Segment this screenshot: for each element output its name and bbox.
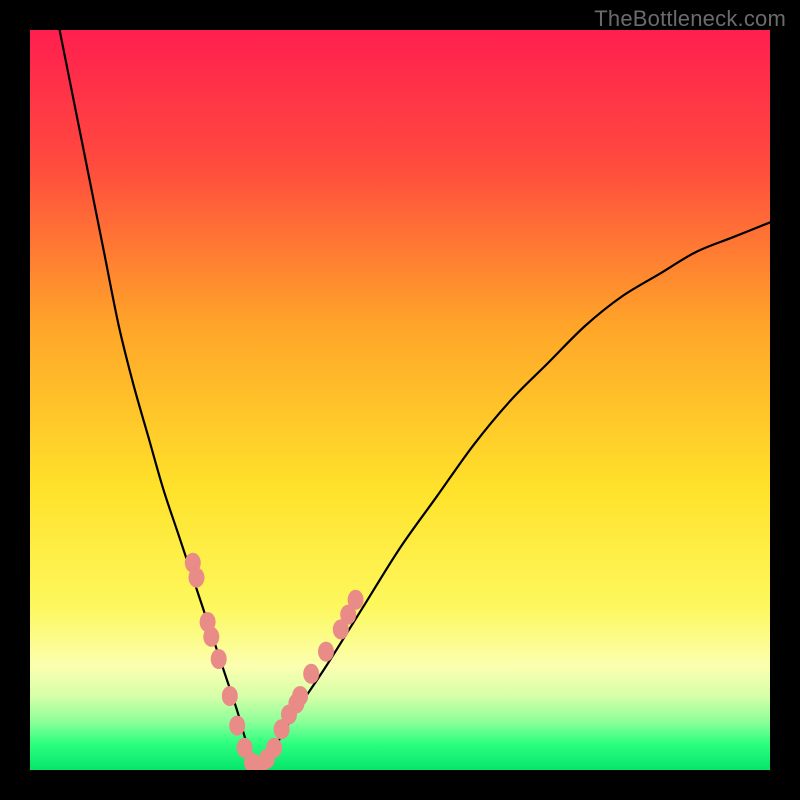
marker-dot bbox=[189, 568, 205, 588]
watermark-text: TheBottleneck.com bbox=[594, 6, 786, 32]
curve-layer bbox=[30, 30, 770, 770]
plot-area bbox=[30, 30, 770, 770]
highlighted-markers bbox=[185, 553, 364, 770]
marker-dot bbox=[303, 664, 319, 684]
outer-frame: TheBottleneck.com bbox=[0, 0, 800, 800]
marker-dot bbox=[222, 686, 238, 706]
marker-dot bbox=[229, 716, 245, 736]
marker-dot bbox=[266, 738, 282, 758]
marker-dot bbox=[348, 590, 364, 610]
bottleneck-curve bbox=[60, 30, 770, 766]
marker-dot bbox=[292, 686, 308, 706]
marker-dot bbox=[211, 649, 227, 669]
marker-dot bbox=[318, 642, 334, 662]
marker-dot bbox=[203, 627, 219, 647]
